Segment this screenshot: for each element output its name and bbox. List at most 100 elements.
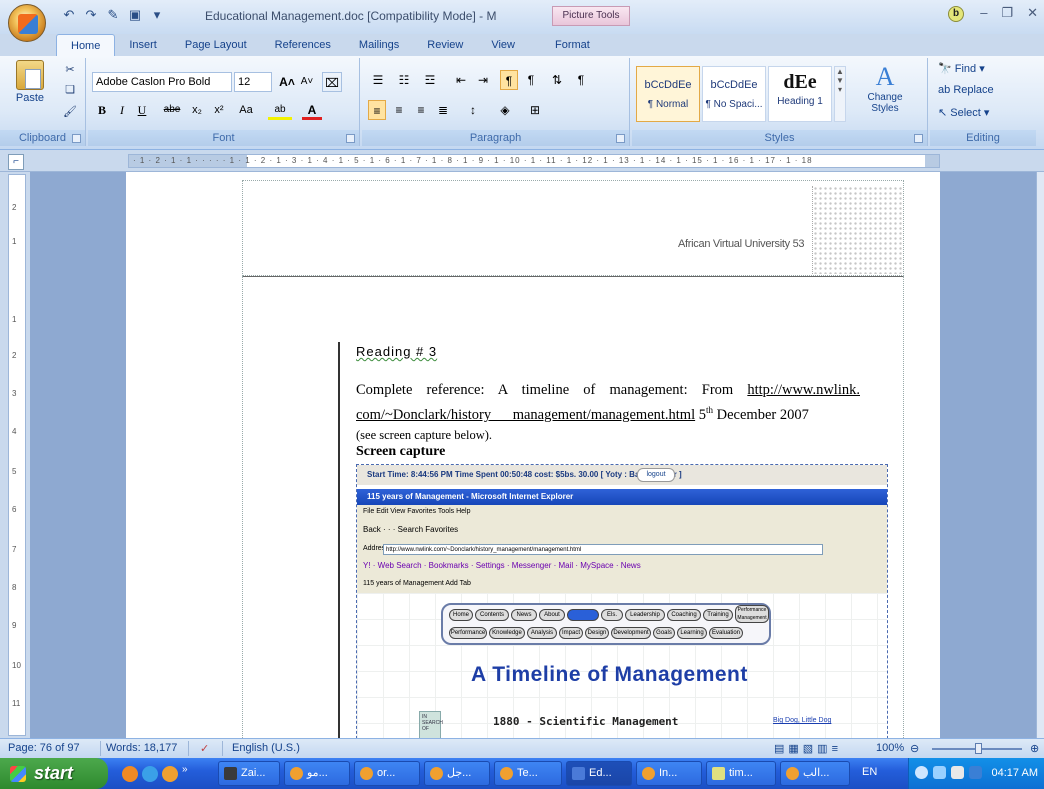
align-center-icon[interactable]: ≡ — [390, 100, 408, 120]
ruler-scale[interactable]: · 1 · 2 · 1 · 1 · · · · · 1 · 1 · 2 · 1 … — [128, 154, 940, 168]
reference-link-1[interactable]: http://www.nwlink. — [747, 382, 860, 398]
shrink-font-icon[interactable]: A˅ — [298, 72, 316, 92]
font-color-icon[interactable]: A — [302, 100, 322, 120]
taskbar-button[interactable]: tim... — [706, 761, 776, 786]
style-no-spacing[interactable]: bCcDdEe ¶ No Spaci... — [702, 66, 766, 122]
proofing-icon[interactable]: ✓ — [200, 742, 209, 755]
format-painter-icon[interactable]: 🖌 — [62, 104, 78, 120]
multilevel-list-icon[interactable]: ☲ — [420, 70, 440, 90]
decrease-indent-icon[interactable]: ⇤ — [452, 70, 470, 90]
page-count[interactable]: Page: 76 of 97 — [8, 742, 80, 754]
zoom-slider[interactable] — [975, 743, 982, 754]
restore-icon[interactable]: ❐ — [1001, 5, 1013, 21]
subscript-icon[interactable]: x₂ — [188, 100, 206, 120]
start-button[interactable]: start — [0, 758, 108, 789]
taskbar-button[interactable]: الب... — [780, 761, 850, 786]
tray-star-icon[interactable] — [933, 766, 946, 779]
align-right-icon[interactable]: ≡ — [412, 100, 430, 120]
font-launcher-icon[interactable] — [346, 134, 355, 143]
qat-dropdown-icon[interactable]: ▾ — [148, 6, 166, 24]
tab-references[interactable]: References — [261, 34, 345, 56]
font-family-select[interactable]: Adobe Caslon Pro Bold — [92, 72, 232, 92]
paste-button[interactable]: Paste — [12, 60, 48, 110]
taskbar-button[interactable]: Zai... — [218, 761, 280, 786]
zoom-level[interactable]: 100% — [876, 742, 904, 754]
select-button[interactable]: ↖ Select ▾ — [938, 106, 989, 119]
paragraph-launcher-icon[interactable] — [616, 134, 625, 143]
font-size-select[interactable]: 12 — [234, 72, 272, 92]
tab-selector-icon[interactable]: ⌐ — [8, 154, 24, 170]
help-icon[interactable]: b — [948, 6, 964, 22]
language-status[interactable]: English (U.S.) — [232, 742, 300, 754]
shading-icon[interactable]: ◈ — [494, 100, 516, 120]
quicklaunch-more-icon[interactable]: » — [182, 764, 188, 775]
style-heading-1[interactable]: dEe Heading 1 — [768, 66, 832, 122]
taskbar-button-active[interactable]: Ed... — [566, 761, 632, 786]
tab-home[interactable]: Home — [56, 34, 116, 56]
styles-scroll[interactable]: ▲ ▼ ▾ — [834, 66, 846, 122]
show-marks-icon[interactable]: ¶ — [572, 70, 590, 90]
cut-icon[interactable]: ✂ — [62, 62, 78, 78]
copy-icon[interactable]: ❏ — [62, 82, 78, 98]
taskbar-button[interactable]: or... — [354, 761, 420, 786]
tray-network-icon[interactable] — [969, 766, 982, 779]
browser-icon[interactable] — [162, 766, 178, 782]
tab-page-layout[interactable]: Page Layout — [171, 34, 261, 56]
taskbar-button[interactable]: Te... — [494, 761, 562, 786]
replace-button[interactable]: ab Replace — [938, 84, 994, 96]
style-normal[interactable]: bCcDdEe ¶ Normal — [636, 66, 700, 122]
tab-insert[interactable]: Insert — [115, 34, 171, 56]
align-left-icon[interactable]: ≡ — [368, 100, 386, 120]
embedded-screenshot-image[interactable]: Start Time: 8:44:56 PM Time Spent 00:50:… — [356, 464, 888, 738]
save-icon[interactable]: ▣ — [126, 6, 144, 24]
reference-link-2[interactable]: com/~Donclark/history management/managem… — [356, 407, 695, 423]
document-area[interactable]: African Virtual University 53 Reading # … — [30, 172, 1036, 738]
tab-mailings[interactable]: Mailings — [345, 34, 413, 56]
taskbar-button[interactable]: مو... — [284, 761, 350, 786]
page-header[interactable] — [242, 180, 904, 276]
zoom-out-icon[interactable]: ⊖ — [910, 742, 919, 755]
redo-icon[interactable]: ↷ — [82, 6, 100, 24]
tab-format[interactable]: Format — [541, 34, 604, 56]
bold-icon[interactable]: B — [94, 100, 110, 120]
close-icon[interactable]: ✕ — [1027, 5, 1038, 21]
numbering-icon[interactable]: ☷ — [394, 70, 414, 90]
highlight-icon[interactable]: ab — [268, 100, 292, 120]
grow-font-icon[interactable]: A˄ — [278, 72, 296, 92]
borders-icon[interactable]: ⊞ — [524, 100, 546, 120]
find-button[interactable]: 🔭 Find ▾ — [938, 62, 985, 75]
underline-icon[interactable]: U — [134, 100, 150, 120]
firefox-icon[interactable] — [122, 766, 138, 782]
line-spacing-icon[interactable]: ↕ — [462, 100, 484, 120]
italic-icon[interactable]: I — [114, 100, 130, 120]
ltr-icon[interactable]: ¶ — [500, 70, 518, 90]
taskbar-button[interactable]: جل... — [424, 761, 490, 786]
language-indicator[interactable]: EN — [862, 766, 877, 778]
format-painter-icon[interactable]: ✎ — [104, 6, 122, 24]
clear-format-icon[interactable]: ⌧ — [322, 72, 342, 92]
tray-expand-icon[interactable] — [915, 766, 928, 779]
increase-indent-icon[interactable]: ⇥ — [474, 70, 492, 90]
tab-view[interactable]: View — [477, 34, 529, 56]
superscript-icon[interactable]: x² — [210, 100, 228, 120]
sort-icon[interactable]: ⇅ — [548, 70, 566, 90]
clipboard-launcher-icon[interactable] — [72, 134, 81, 143]
change-styles-button[interactable]: A Change Styles — [850, 62, 920, 126]
minimize-icon[interactable]: – — [980, 5, 987, 21]
change-case-icon[interactable]: Aa — [234, 100, 258, 120]
office-button[interactable] — [8, 4, 46, 42]
view-buttons[interactable]: ▤▦▧▥≡ — [774, 742, 842, 755]
strikethrough-icon[interactable]: abe — [160, 100, 184, 120]
undo-icon[interactable]: ↶ — [60, 6, 78, 24]
tab-review[interactable]: Review — [413, 34, 477, 56]
ie-icon[interactable] — [142, 766, 158, 782]
document-page[interactable]: African Virtual University 53 Reading # … — [126, 172, 940, 738]
taskbar-button[interactable]: In... — [636, 761, 702, 786]
vertical-scrollbar[interactable] — [1036, 172, 1044, 738]
justify-icon[interactable]: ≣ — [434, 100, 452, 120]
word-count[interactable]: Words: 18,177 — [106, 742, 177, 754]
styles-launcher-icon[interactable] — [914, 134, 923, 143]
tray-app-icon[interactable] — [951, 766, 964, 779]
bullets-icon[interactable]: ☰ — [368, 70, 388, 90]
rtl-icon[interactable]: ¶ — [522, 70, 540, 90]
